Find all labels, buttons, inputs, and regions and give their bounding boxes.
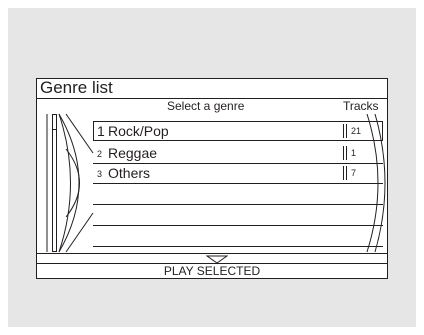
- genre-name: Rock/Pop: [108, 123, 169, 139]
- genre-number: 3: [97, 169, 103, 179]
- scrollbar[interactable]: [52, 114, 57, 252]
- track-bars-icon: [343, 166, 347, 180]
- track-bars-icon: [343, 146, 347, 160]
- row-divider: [93, 225, 383, 226]
- genre-name: Others: [108, 165, 151, 181]
- scrollbar-thumb[interactable]: [53, 115, 56, 130]
- screen-title: Genre list: [40, 78, 113, 97]
- genre-number: 2: [97, 149, 103, 159]
- track-count: 21: [351, 126, 362, 136]
- list-bottom-divider: [37, 253, 387, 254]
- genre-row-2[interactable]: 2 Reggae 1: [93, 143, 383, 163]
- row-divider: [93, 183, 383, 184]
- tracks-column-header: Tracks: [343, 99, 379, 113]
- row-divider: [93, 246, 383, 247]
- track-count: 1: [351, 148, 357, 158]
- genre-row-3[interactable]: 3 Others 7: [93, 163, 383, 183]
- genre-name: Reggae: [108, 145, 158, 161]
- track-count: 7: [351, 168, 357, 178]
- play-selected-button[interactable]: PLAY SELECTED: [37, 264, 387, 278]
- track-bars-icon: [343, 124, 347, 138]
- genre-row-1[interactable]: 1 Rock/Pop 21: [93, 121, 383, 141]
- genre-number: 1: [97, 123, 105, 139]
- screen-subtitle: Select a genre: [167, 99, 245, 113]
- row-divider: [93, 204, 383, 205]
- genre-list-screen: Genre list Select a genre Tracks 1 Rock/…: [36, 78, 388, 279]
